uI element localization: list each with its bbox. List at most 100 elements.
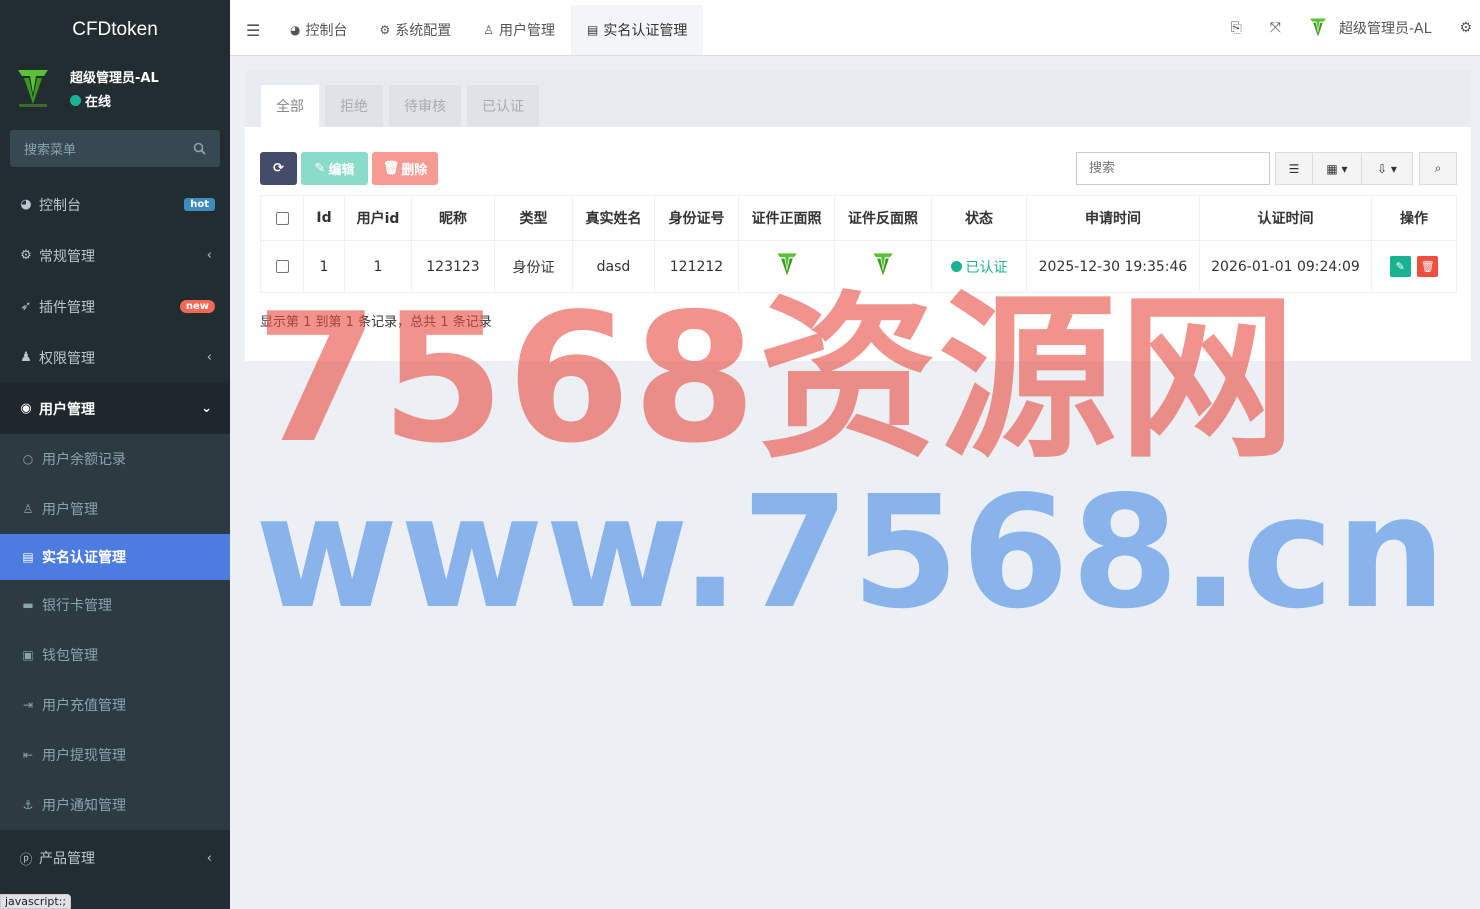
back-photo-thumbnail[interactable]	[872, 252, 894, 278]
col-header[interactable]: 类型	[494, 195, 573, 241]
sidebar-search-input[interactable]: 搜索菜单	[10, 130, 220, 167]
table-search-input[interactable]	[1076, 152, 1270, 185]
row-delete-button[interactable]: 🗑	[1417, 256, 1439, 277]
export-icon: ⇩ ▾	[1377, 161, 1397, 176]
col-header[interactable]: 状态	[931, 195, 1027, 241]
sidebar-item-recharge[interactable]: ⇥ 用户充值管理	[0, 680, 230, 730]
sign-out-icon: ⇤	[22, 748, 34, 762]
filter-tabs: 全部 拒绝 待审核 已认证	[245, 70, 1471, 127]
hot-badge: hot	[184, 198, 215, 211]
refresh-icon: ⟳	[273, 161, 284, 176]
select-all-cell	[260, 195, 304, 241]
sidebar-item-label: 用户管理	[39, 401, 95, 418]
dashboard-icon: ◕	[20, 197, 32, 212]
delete-button[interactable]: 🗑 删除	[372, 152, 438, 185]
tab-pending[interactable]: 待审核	[389, 85, 461, 127]
columns-icon: ▦ ▾	[1326, 161, 1348, 176]
sign-in-icon: ⇥	[22, 698, 34, 712]
top-navbar: ☰ ◕ 控制台 ⚙ 系统配置 ♙ 用户管理 ▤ 实名认证管理 ⎘ ⤧ 超级管理员-AL …	[230, 0, 1480, 56]
search-icon: ⌕	[1434, 161, 1442, 175]
id-card-icon: ▤	[22, 550, 34, 564]
sidebar-item-label: 用户管理	[42, 502, 98, 518]
sidebar-item-users[interactable]: ◉ 用户管理 ⌄	[0, 383, 230, 434]
tab-dashboard[interactable]: ◕ 控制台	[274, 5, 363, 55]
cogs-icon: ⚙	[20, 248, 32, 263]
sidebar-item-wallet[interactable]: ▣ 钱包管理	[0, 630, 230, 680]
sidebar-item-plugins[interactable]: ➶ 插件管理 new	[0, 281, 230, 332]
tab-verified[interactable]: 已认证	[467, 85, 539, 127]
settings-icon[interactable]: ⚙	[1445, 20, 1480, 36]
top-user-menu[interactable]: 超级管理员-AL	[1295, 17, 1445, 39]
sidebar-item-realname[interactable]: ▤ 实名认证管理	[0, 534, 230, 580]
table-header-row: Id 用户id 昵称 类型 真实姓名 身份证号 证件正面照 证件反面照 状态 申…	[260, 195, 1457, 241]
export-button[interactable]: ⇩ ▾	[1361, 152, 1413, 185]
sidebar-item-notify[interactable]: ⚓ 用户通知管理	[0, 780, 230, 830]
select-all-checkbox[interactable]	[275, 211, 289, 225]
tab-realname[interactable]: ▤ 实名认证管理	[571, 5, 704, 55]
pencil-icon: ✎	[1395, 260, 1405, 273]
col-header[interactable]: Id	[303, 195, 345, 241]
avatar	[1310, 18, 1326, 37]
col-header[interactable]: 昵称	[411, 195, 495, 241]
gear-icon: ⚙	[379, 23, 391, 37]
sidebar-item-label: 钱包管理	[42, 648, 98, 664]
search-icon[interactable]	[193, 142, 206, 155]
sidebar-item-user-manage[interactable]: ♙ 用户管理	[0, 484, 230, 534]
user-name: 超级管理员-AL	[70, 70, 159, 86]
search-button[interactable]: ⌕	[1419, 152, 1457, 185]
columns-button[interactable]: ▦ ▾	[1312, 152, 1362, 185]
menu-toggle-icon[interactable]: ☰	[246, 21, 260, 40]
sidebar-item-withdraw[interactable]: ⇤ 用户提现管理	[0, 730, 230, 780]
edit-button-label: 编辑	[328, 163, 355, 178]
front-photo-thumbnail[interactable]	[776, 252, 798, 278]
sidebar-item-label: 银行卡管理	[42, 598, 112, 614]
sidebar-item-dashboard[interactable]: ◕ 控制台 hot	[0, 179, 230, 230]
sidebar-item-bank-card[interactable]: ▬ 银行卡管理	[0, 580, 230, 630]
col-header[interactable]: 身份证号	[654, 195, 739, 241]
status-label: 已认证	[965, 259, 1008, 276]
tab-all[interactable]: 全部	[261, 85, 319, 127]
edit-button[interactable]: ✎ 编辑	[301, 152, 368, 185]
list-icon: ☰	[1288, 161, 1300, 176]
brand-logo[interactable]: CFDtoken	[0, 0, 230, 56]
col-header[interactable]: 认证时间	[1199, 195, 1372, 241]
col-header[interactable]: 用户id	[344, 195, 412, 241]
toggle-view-button[interactable]: ☰	[1275, 152, 1313, 185]
sidebar-search-placeholder: 搜索菜单	[24, 143, 77, 158]
chevron-left-icon: ‹	[206, 850, 212, 866]
rocket-icon: ➶	[20, 299, 32, 314]
tab-user-manage[interactable]: ♙ 用户管理	[467, 5, 571, 55]
col-header[interactable]: 证件正面照	[738, 195, 835, 241]
refresh-button[interactable]: ⟳	[260, 152, 297, 185]
credit-card-icon: ▬	[22, 598, 34, 612]
language-icon[interactable]: ⎘	[1217, 20, 1256, 36]
tab-label: 控制台	[305, 23, 348, 39]
trash-icon: 🗑	[382, 161, 400, 176]
sidebar-item-products[interactable]: ⓟ 产品管理 ‹	[0, 830, 230, 886]
tab-system-config[interactable]: ⚙ 系统配置	[363, 5, 467, 55]
sidebar: CFDtoken 超级管理员-AL 在线 搜索菜单 ◕ 控制台 hot ⚙ 常规…	[0, 0, 230, 909]
delete-button-label: 删除	[401, 163, 428, 178]
top-user-name: 超级管理员-AL	[1339, 21, 1432, 37]
sidebar-item-label: 产品管理	[39, 851, 95, 867]
tab-rejected[interactable]: 拒绝	[325, 85, 383, 127]
sidebar-item-general[interactable]: ⚙ 常规管理 ‹	[0, 230, 230, 281]
fullscreen-icon[interactable]: ⤧	[1256, 20, 1295, 36]
sidebar-item-label: 权限管理	[39, 350, 95, 367]
wallet-icon: ▣	[22, 648, 34, 662]
user-status: 在线	[70, 91, 159, 110]
sidebar-item-balance-records[interactable]: ○ 用户余额记录	[0, 434, 230, 484]
trash-icon: 🗑	[1420, 260, 1435, 273]
chevron-down-icon: ⌄	[201, 401, 212, 416]
watermark-line1: 7568资源网	[255, 275, 1299, 482]
tab-label: 实名认证管理	[603, 23, 688, 39]
col-header[interactable]: 真实姓名	[572, 195, 655, 241]
sidebar-item-permissions[interactable]: ♟ 权限管理 ‹	[0, 332, 230, 383]
col-header[interactable]: 证件反面照	[834, 195, 932, 241]
row-edit-button[interactable]: ✎	[1389, 256, 1411, 277]
top-right-tools: ⎘ ⤧ 超级管理员-AL ⚙	[1217, 0, 1480, 56]
row-checkbox[interactable]	[275, 260, 289, 273]
col-header[interactable]: 申请时间	[1026, 195, 1200, 241]
id-card-icon: ▤	[587, 23, 599, 37]
sidebar-item-label: 用户提现管理	[42, 748, 126, 764]
